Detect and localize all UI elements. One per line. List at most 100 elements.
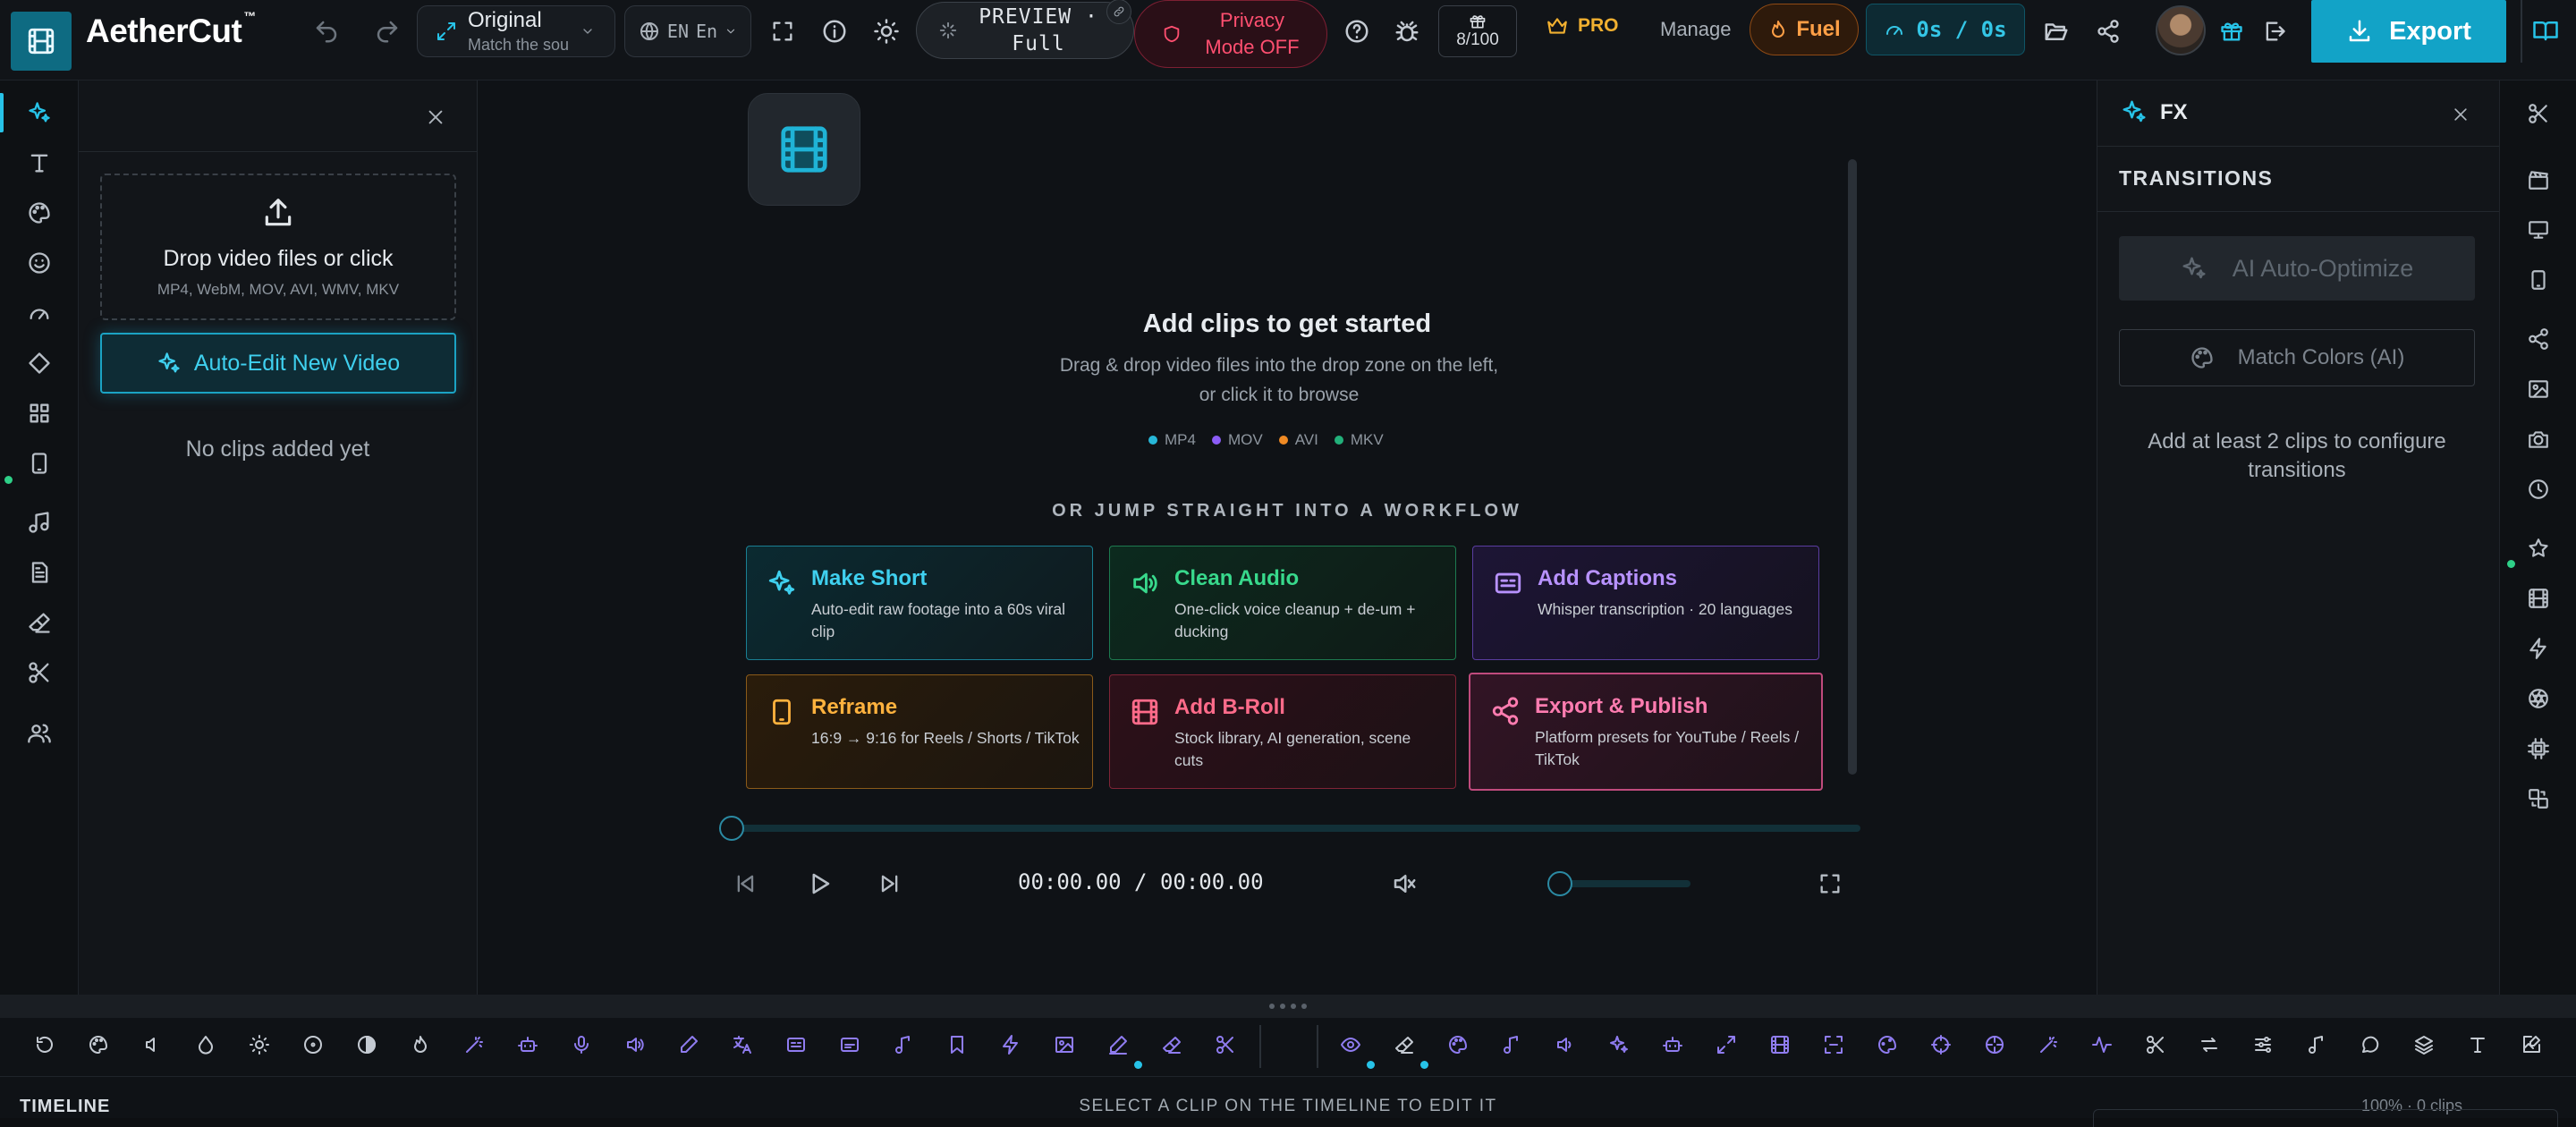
- image-icon[interactable]: [1050, 1030, 1079, 1059]
- mobile-frame-icon[interactable]: [2523, 265, 2554, 295]
- help-icon[interactable]: [1340, 14, 1374, 48]
- music-note-icon[interactable]: [2302, 1030, 2331, 1059]
- image-edit-icon[interactable]: [2517, 1030, 2546, 1059]
- logout-icon[interactable]: [2258, 14, 2292, 48]
- magic-wand-icon[interactable]: [2034, 1030, 2063, 1059]
- lightning-icon[interactable]: [996, 1030, 1025, 1059]
- skip-forward-icon[interactable]: [873, 868, 905, 900]
- scissors-icon[interactable]: [20, 653, 59, 692]
- palette-icon[interactable]: [84, 1030, 113, 1059]
- match-colors-button[interactable]: Match Colors (AI): [2119, 329, 2475, 386]
- palette-icon[interactable]: [20, 193, 59, 233]
- document-icon[interactable]: [20, 553, 59, 592]
- playback-scrubber-handle[interactable]: [719, 816, 744, 841]
- palette-icon[interactable]: [1444, 1030, 1472, 1059]
- export-button[interactable]: Export: [2311, 0, 2506, 63]
- ai-auto-optimize-button[interactable]: AI Auto-Optimize: [2119, 236, 2475, 301]
- music-note-icon[interactable]: [1497, 1030, 1526, 1059]
- robot-icon[interactable]: [1658, 1030, 1687, 1059]
- film-icon[interactable]: [1766, 1030, 1794, 1059]
- speaker-wave-icon[interactable]: [621, 1030, 649, 1059]
- eraser-icon[interactable]: [1157, 1030, 1186, 1059]
- manage-link[interactable]: Manage: [1660, 18, 1732, 41]
- sliders-icon[interactable]: [2249, 1030, 2277, 1059]
- credits-counter[interactable]: 8/100: [1438, 5, 1517, 57]
- workflow-export-publish[interactable]: Export & Publish Platform presets for Yo…: [1469, 673, 1823, 791]
- panel-resize-handle[interactable]: [0, 995, 2576, 1018]
- render-timer[interactable]: 0s / 0s: [1866, 4, 2025, 55]
- expand-arrows-icon[interactable]: [1712, 1030, 1741, 1059]
- camera-icon[interactable]: [2523, 424, 2554, 454]
- clapperboard-icon[interactable]: [2523, 165, 2554, 195]
- ai-sparkle-icon[interactable]: [20, 93, 59, 132]
- microphone-icon[interactable]: [567, 1030, 596, 1059]
- aperture-icon[interactable]: [2523, 683, 2554, 714]
- ai-sparkle-icon[interactable]: [1605, 1030, 1633, 1059]
- workflow-reframe[interactable]: Reframe 16:9 → 9:16 for Reels / Shorts /…: [746, 674, 1093, 789]
- preview-quality-toggle[interactable]: PREVIEW · Full: [916, 0, 1134, 59]
- sticker-smile-icon[interactable]: [20, 243, 59, 283]
- signature-icon[interactable]: [1104, 1030, 1132, 1059]
- close-icon[interactable]: [2446, 100, 2475, 129]
- privacy-mode-toggle[interactable]: Privacy Mode OFF: [1134, 0, 1327, 68]
- scissors-icon[interactable]: [2141, 1030, 2170, 1059]
- volume-slider-handle[interactable]: [1547, 871, 1572, 896]
- speaker-wave-icon[interactable]: [1551, 1030, 1580, 1059]
- undo-icon[interactable]: [309, 14, 343, 48]
- palette-icon[interactable]: [1873, 1030, 1902, 1059]
- gift-icon[interactable]: [2215, 14, 2249, 48]
- clock-icon[interactable]: [2523, 474, 2554, 504]
- image-icon[interactable]: [2523, 374, 2554, 404]
- target-icon[interactable]: [1927, 1030, 1955, 1059]
- workflow-clean-audio[interactable]: Clean Audio One-click voice cleanup + de…: [1109, 546, 1456, 660]
- info-icon[interactable]: [818, 14, 852, 48]
- star-icon[interactable]: [2523, 533, 2554, 564]
- pen-icon[interactable]: [674, 1030, 703, 1059]
- skip-back-icon[interactable]: [730, 868, 762, 900]
- fuel-button[interactable]: Fuel: [1750, 4, 1859, 55]
- swap-icon[interactable]: [2195, 1030, 2224, 1059]
- theme-sun-icon[interactable]: [869, 14, 903, 48]
- aspect-preset-select[interactable]: Original Match the sou: [417, 5, 615, 57]
- magic-wand-icon[interactable]: [460, 1030, 488, 1059]
- workflow-add-broll[interactable]: Add B-Roll Stock library, AI generation,…: [1109, 674, 1456, 789]
- language-select[interactable]: EN En: [624, 5, 751, 57]
- book-icon[interactable]: [2526, 13, 2565, 48]
- workflow-make-short[interactable]: Make Short Auto-edit raw footage into a …: [746, 546, 1093, 660]
- share-icon[interactable]: [2523, 324, 2554, 354]
- folder-open-icon[interactable]: [2039, 14, 2073, 48]
- waveform-icon[interactable]: [2088, 1030, 2116, 1059]
- monitor-icon[interactable]: [2523, 215, 2554, 245]
- crosshair-icon[interactable]: [1980, 1030, 2009, 1059]
- fullscreen-icon[interactable]: [766, 14, 800, 48]
- flame-icon[interactable]: [406, 1030, 435, 1059]
- timeline-zoom-panel[interactable]: [2093, 1109, 2558, 1127]
- reset-icon[interactable]: [30, 1030, 59, 1059]
- eraser-icon[interactable]: [20, 603, 59, 642]
- logo-icon[interactable]: [11, 12, 72, 71]
- convert-icon[interactable]: [2523, 784, 2554, 814]
- play-icon[interactable]: [803, 868, 835, 900]
- shape-diamond-icon[interactable]: [20, 343, 59, 383]
- workflow-add-captions[interactable]: Add Captions Whisper transcription · 20 …: [1472, 546, 1819, 660]
- stage-scrollbar[interactable]: [1848, 159, 1857, 775]
- chat-bubble-icon[interactable]: [2356, 1030, 2385, 1059]
- close-icon[interactable]: [420, 102, 451, 132]
- music-icon[interactable]: [20, 503, 59, 542]
- translate-icon[interactable]: [728, 1030, 757, 1059]
- auto-edit-button[interactable]: Auto-Edit New Video: [100, 333, 456, 394]
- speed-gauge-icon[interactable]: [20, 293, 59, 333]
- bug-icon[interactable]: [1390, 14, 1424, 48]
- eye-icon[interactable]: [1336, 1030, 1365, 1059]
- circle-dot-icon[interactable]: [299, 1030, 327, 1059]
- chip-icon[interactable]: [2523, 733, 2554, 764]
- scissors-icon[interactable]: [1211, 1030, 1240, 1059]
- contrast-icon[interactable]: [352, 1030, 381, 1059]
- eraser-icon[interactable]: [1390, 1030, 1419, 1059]
- grid-icon[interactable]: [20, 394, 59, 433]
- user-avatar[interactable]: [2156, 5, 2206, 55]
- mute-icon[interactable]: [1388, 868, 1420, 900]
- mobile-frame-icon[interactable]: [20, 444, 59, 483]
- lightning-icon[interactable]: [2523, 633, 2554, 664]
- tint-icon[interactable]: [191, 1030, 220, 1059]
